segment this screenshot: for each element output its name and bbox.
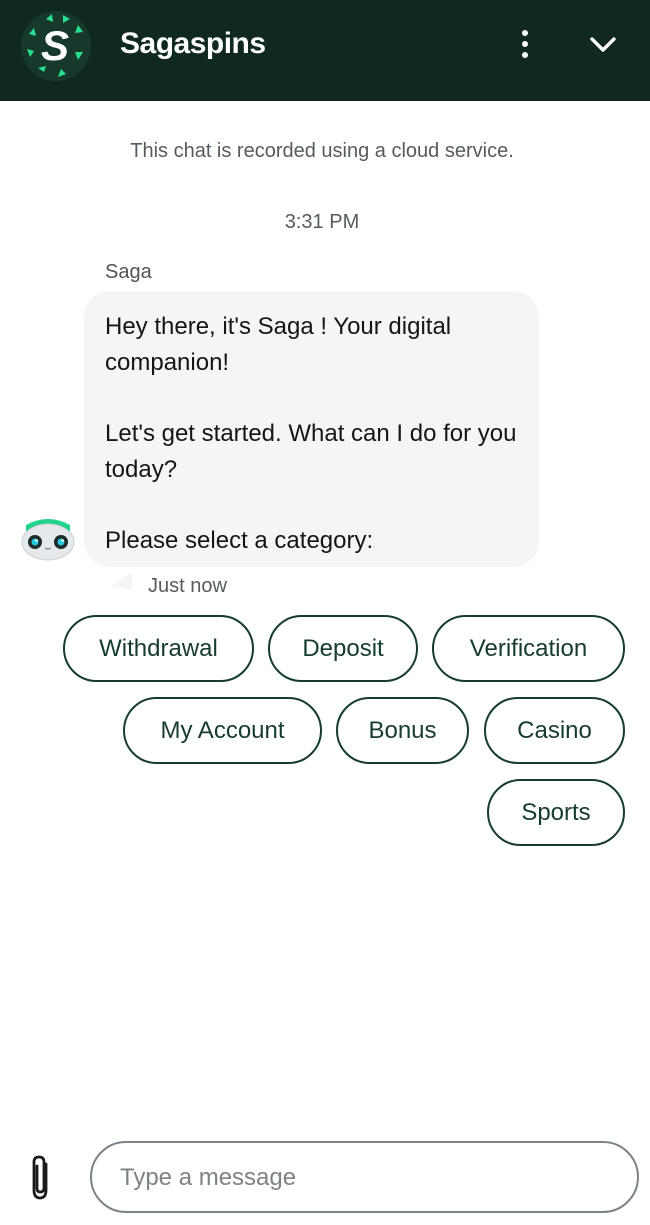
quick-reply-my-account[interactable]: My Account: [123, 697, 322, 764]
more-vertical-icon: [522, 30, 528, 58]
quick-reply-casino[interactable]: Casino: [484, 697, 625, 764]
chat-widget: S Sagaspins This chat is recorded using …: [0, 0, 650, 1225]
brand-title: Sagaspins: [120, 27, 266, 60]
message-line: Please select a category:: [105, 527, 374, 555]
sagaspins-logo-icon: S: [21, 11, 91, 81]
logo-letter: S: [41, 22, 69, 69]
minimize-chat-button[interactable]: [584, 28, 622, 62]
message-line: Hey there, it's Saga ! Your digital comp…: [105, 313, 452, 376]
bubble-tail: [110, 572, 132, 590]
quick-reply-sports[interactable]: Sports: [487, 779, 625, 846]
message-time: Just now: [148, 575, 227, 597]
more-options-button[interactable]: [508, 26, 542, 64]
recording-notice: This chat is recorded using a cloud serv…: [130, 140, 514, 162]
quick-reply-bonus[interactable]: Bonus: [336, 697, 469, 764]
bot-avatar-icon: [21, 519, 75, 561]
quick-reply-verification[interactable]: Verification: [432, 615, 625, 682]
chat-header: S Sagaspins: [0, 0, 650, 101]
bot-message-bubble: Hey there, it's Saga ! Your digital comp…: [84, 291, 539, 567]
message-composer: [90, 1141, 639, 1213]
chevron-down-icon: [590, 37, 616, 52]
message-sender: Saga: [105, 261, 152, 283]
quick-reply-deposit[interactable]: Deposit: [268, 615, 418, 682]
quick-reply-withdrawal[interactable]: Withdrawal: [63, 615, 254, 682]
chat-timestamp: 3:31 PM: [284, 211, 360, 233]
paperclip-icon: [32, 1155, 48, 1200]
message-input[interactable]: [120, 1159, 610, 1197]
message-line: Let's get started. What can I do for you…: [105, 420, 517, 483]
attach-file-button[interactable]: [26, 1152, 56, 1202]
